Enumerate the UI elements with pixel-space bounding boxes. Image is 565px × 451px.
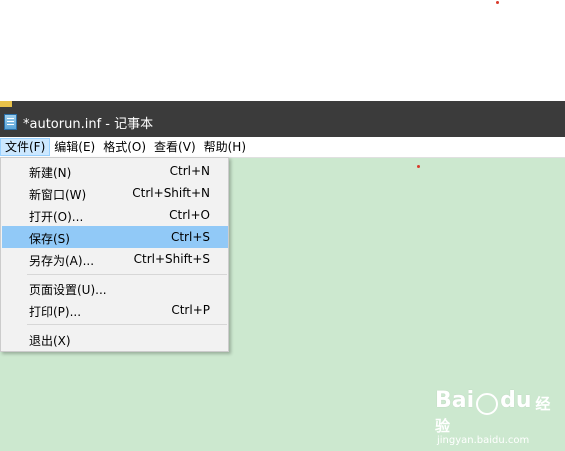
menu-item-exit[interactable]: 退出(X) xyxy=(2,328,228,350)
menu-item-label: 打开(O)... xyxy=(29,210,84,224)
paw-icon xyxy=(476,392,499,415)
menu-edit[interactable]: 编辑(E) xyxy=(50,138,99,156)
menu-view[interactable]: 查看(V) xyxy=(150,138,200,156)
menu-item-shortcut: Ctrl+N xyxy=(169,164,210,178)
menu-item-page-setup[interactable]: 页面设置(U)... xyxy=(2,277,228,299)
baidu-logo-text: Bai xyxy=(435,388,475,413)
menu-item-label: 新建(N) xyxy=(29,166,72,180)
watermark-url: jingyan.baidu.com xyxy=(437,434,530,446)
menu-item-label: 保存(S) xyxy=(29,232,70,246)
menu-item-label: 新窗口(W) xyxy=(29,188,87,202)
menu-item-print[interactable]: 打印(P)... Ctrl+P xyxy=(2,299,228,321)
baidu-logo-suffix: du xyxy=(500,388,532,413)
menu-item-label: 另存为(A)... xyxy=(29,254,95,268)
menu-item-shortcut: Ctrl+P xyxy=(171,303,210,317)
menu-separator xyxy=(27,274,227,275)
menu-item-label: 退出(X) xyxy=(29,334,71,348)
red-dot-marker xyxy=(417,165,420,168)
red-dot-marker xyxy=(496,1,499,4)
title-bar[interactable]: *autorun.inf - 记事本 xyxy=(0,107,565,137)
menu-item-shortcut: Ctrl+O xyxy=(169,208,210,222)
menu-item-label: 页面设置(U)... xyxy=(29,283,107,297)
menu-help[interactable]: 帮助(H) xyxy=(200,138,250,156)
menu-item-save[interactable]: 保存(S) Ctrl+S xyxy=(2,226,228,248)
menu-item-new[interactable]: 新建(N) Ctrl+N xyxy=(2,160,228,182)
menu-item-open[interactable]: 打开(O)... Ctrl+O xyxy=(2,204,228,226)
menu-bar: 文件(F) 编辑(E) 格式(O) 查看(V) 帮助(H) xyxy=(0,137,565,158)
menu-separator xyxy=(27,324,227,325)
menu-file[interactable]: 文件(F) xyxy=(0,138,51,156)
menu-item-shortcut: Ctrl+Shift+S xyxy=(133,252,210,266)
menu-item-new-window[interactable]: 新窗口(W) Ctrl+Shift+N xyxy=(2,182,228,204)
menu-format[interactable]: 格式(O) xyxy=(99,138,150,156)
baidu-jingyan-watermark: Bai du 经验 jingyan.baidu.com xyxy=(435,388,565,446)
file-menu-dropdown: 新建(N) Ctrl+N 新窗口(W) Ctrl+Shift+N 打开(O)..… xyxy=(0,157,229,352)
menu-item-shortcut: Ctrl+S xyxy=(170,230,210,244)
menu-item-shortcut: Ctrl+Shift+N xyxy=(132,186,210,200)
notepad-icon xyxy=(4,114,17,130)
menu-item-label: 打印(P)... xyxy=(29,305,82,319)
window-title: *autorun.inf - 记事本 xyxy=(23,116,154,132)
menu-item-save-as[interactable]: 另存为(A)... Ctrl+Shift+S xyxy=(2,248,228,270)
